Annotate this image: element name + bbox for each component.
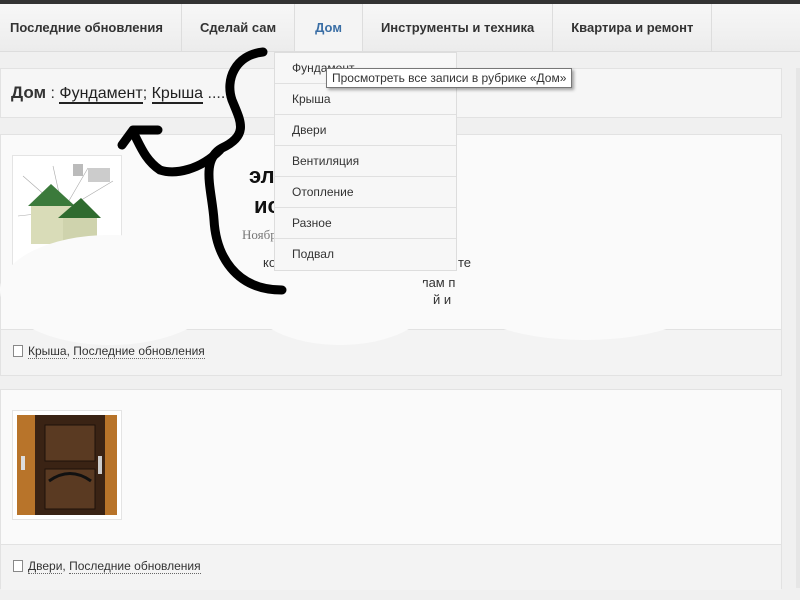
post-thumbnail-door[interactable]	[12, 410, 122, 520]
post-date-fragment: Ноябр	[242, 227, 277, 242]
house-image-icon	[17, 164, 114, 246]
post-card: Двери, Последние обновления	[0, 389, 782, 590]
breadcrumb-title: Дом	[11, 83, 47, 102]
sidebar-edge	[796, 68, 800, 588]
document-icon	[13, 345, 23, 357]
nav-apartment[interactable]: Квартира и ремонт	[553, 4, 713, 51]
category-link[interactable]: Последние обновления	[73, 344, 205, 359]
nav-tools[interactable]: Инструменты и техника	[363, 4, 554, 51]
post-title-fragment[interactable]: эл	[249, 163, 275, 189]
submenu-heating[interactable]: Отопление	[275, 177, 456, 208]
post-categories: Крыша, Последние обновления	[1, 330, 781, 375]
category-link[interactable]: Последние обновления	[69, 559, 201, 574]
submenu-roof[interactable]: Крыша	[275, 84, 456, 115]
breadcrumb-sep: ;	[142, 85, 152, 102]
tooltip: Просмотреть все записи в рубрике «Дом»	[326, 68, 573, 88]
submenu-ventilation[interactable]: Вентиляция	[275, 146, 456, 177]
breadcrumb-link-roof[interactable]: Крыша	[151, 85, 204, 104]
nav-home[interactable]: Дом	[295, 4, 363, 51]
door-image-icon	[17, 415, 117, 515]
post-text-fragment: й и	[433, 292, 452, 307]
nav-latest[interactable]: Последние обновления	[0, 4, 182, 51]
category-link[interactable]: Двери	[28, 559, 63, 574]
submenu-misc[interactable]: Разное	[275, 208, 456, 239]
nav-diy[interactable]: Сделай сам	[182, 4, 296, 51]
post-text-fragment: те	[458, 255, 472, 270]
post-thumbnail-house[interactable]	[12, 155, 122, 265]
post-text-fragment: телям и профессионалам п	[289, 275, 456, 290]
post-categories: Двери, Последние обновления	[1, 545, 781, 590]
breadcrumb-ellipsis: .....	[203, 85, 230, 102]
category-link[interactable]: Крыша	[28, 344, 67, 359]
submenu-basement[interactable]: Подвал	[275, 239, 456, 270]
document-icon	[13, 560, 23, 572]
breadcrumb-sep: :	[46, 85, 60, 102]
breadcrumb-link-foundation[interactable]: Фундамент	[59, 85, 143, 104]
main-nav: Последние обновления Сделай сам Дом Инст…	[0, 4, 800, 52]
submenu-doors[interactable]: Двери	[275, 115, 456, 146]
